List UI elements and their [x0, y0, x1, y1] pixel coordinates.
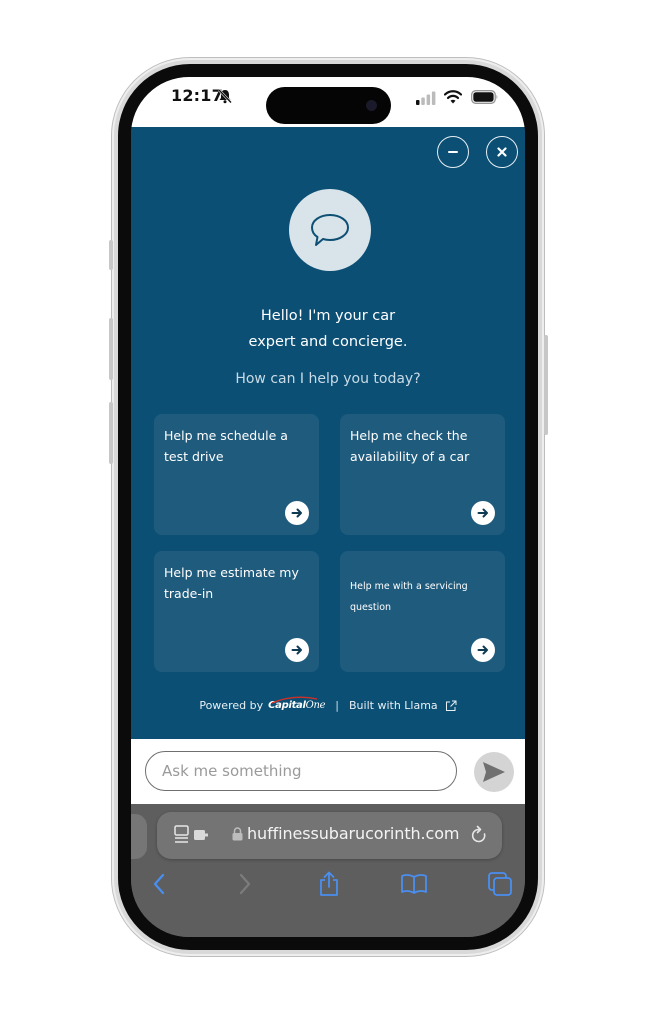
chat-widget: Hello! I'm your car expert and concierge…	[131, 127, 525, 739]
cellular-signal-icon	[416, 91, 436, 105]
bell-slash-icon	[218, 89, 232, 104]
previous-tab-preview[interactable]	[131, 814, 147, 859]
bookmarks-icon	[401, 874, 427, 894]
arrow-right-icon	[285, 501, 309, 525]
tabs-icon	[488, 872, 512, 896]
page-menu-icon[interactable]	[174, 825, 212, 845]
address-bar[interactable]: huffinessubarucorinth.com	[157, 812, 502, 859]
suggestion-label: Help me check the availability of a car	[350, 428, 470, 464]
greeting-line-1: Hello! I'm your car	[260, 308, 396, 324]
send-icon	[483, 762, 505, 782]
suggestion-label: Help me estimate my trade-in	[164, 565, 299, 601]
wifi-icon	[444, 90, 462, 104]
forward-icon	[239, 873, 251, 895]
lock-icon	[232, 827, 243, 841]
powered-by-label: Powered by	[199, 699, 264, 712]
capital-one-swoosh	[271, 696, 318, 704]
bookmarks-button[interactable]	[400, 870, 428, 898]
suggestion-card-test-drive[interactable]: Help me schedule a test drive	[154, 414, 319, 535]
built-with-llama-link[interactable]: Built with Llama	[349, 699, 438, 712]
back-button[interactable]	[145, 870, 173, 898]
footer-separator: |	[335, 699, 340, 712]
battery-icon	[471, 90, 498, 104]
reload-icon[interactable]	[470, 825, 488, 845]
assistant-avatar	[289, 189, 371, 271]
suggestion-card-availability[interactable]: Help me check the availability of a car	[340, 414, 505, 535]
send-button[interactable]	[474, 752, 514, 792]
suggestion-card-servicing[interactable]: Help me with a servicing question	[340, 551, 505, 672]
suggestion-label: Help me with a servicing question	[350, 581, 468, 613]
minimize-icon	[448, 151, 458, 153]
dynamic-island	[266, 87, 391, 124]
volume-up-button	[109, 318, 113, 380]
share-icon	[320, 871, 338, 896]
status-time: 12:17	[171, 86, 223, 105]
chat-footer: Powered by CapitalOne | Built with Llama	[131, 696, 525, 712]
share-button[interactable]	[315, 870, 343, 898]
message-input-bar	[131, 739, 525, 804]
front-camera	[366, 100, 377, 111]
arrow-right-icon	[471, 638, 495, 662]
forward-button[interactable]	[231, 870, 259, 898]
tabs-button[interactable]	[486, 870, 514, 898]
close-button[interactable]	[486, 136, 518, 168]
back-icon	[153, 873, 165, 895]
browser-chrome: huffinessubarucorinth.com	[131, 804, 525, 937]
suggestion-label: Help me schedule a test drive	[164, 428, 288, 464]
external-link-icon	[445, 700, 457, 711]
speech-bubble-icon	[311, 214, 349, 246]
message-input[interactable]	[145, 751, 457, 791]
close-icon	[497, 147, 507, 157]
power-button	[544, 335, 548, 435]
browser-toolbar	[131, 866, 525, 906]
action-button	[109, 240, 113, 270]
greeting-line-2: expert and concierge.	[248, 334, 408, 350]
status-bar: 12:17	[131, 77, 525, 127]
minimize-button[interactable]	[437, 136, 469, 168]
arrow-right-icon	[285, 638, 309, 662]
greeting-text: Hello! I'm your car expert and concierge…	[131, 303, 525, 355]
volume-down-button	[109, 402, 113, 464]
help-prompt: How can I help you today?	[235, 371, 421, 387]
suggestion-card-trade-in[interactable]: Help me estimate my trade-in	[154, 551, 319, 672]
url-text: huffinessubarucorinth.com	[247, 824, 460, 843]
phone-screen: 12:17 Hello! I'm your car expert and con…	[131, 77, 525, 937]
arrow-right-icon	[471, 501, 495, 525]
capital-one-logo: CapitalOne	[268, 696, 326, 711]
